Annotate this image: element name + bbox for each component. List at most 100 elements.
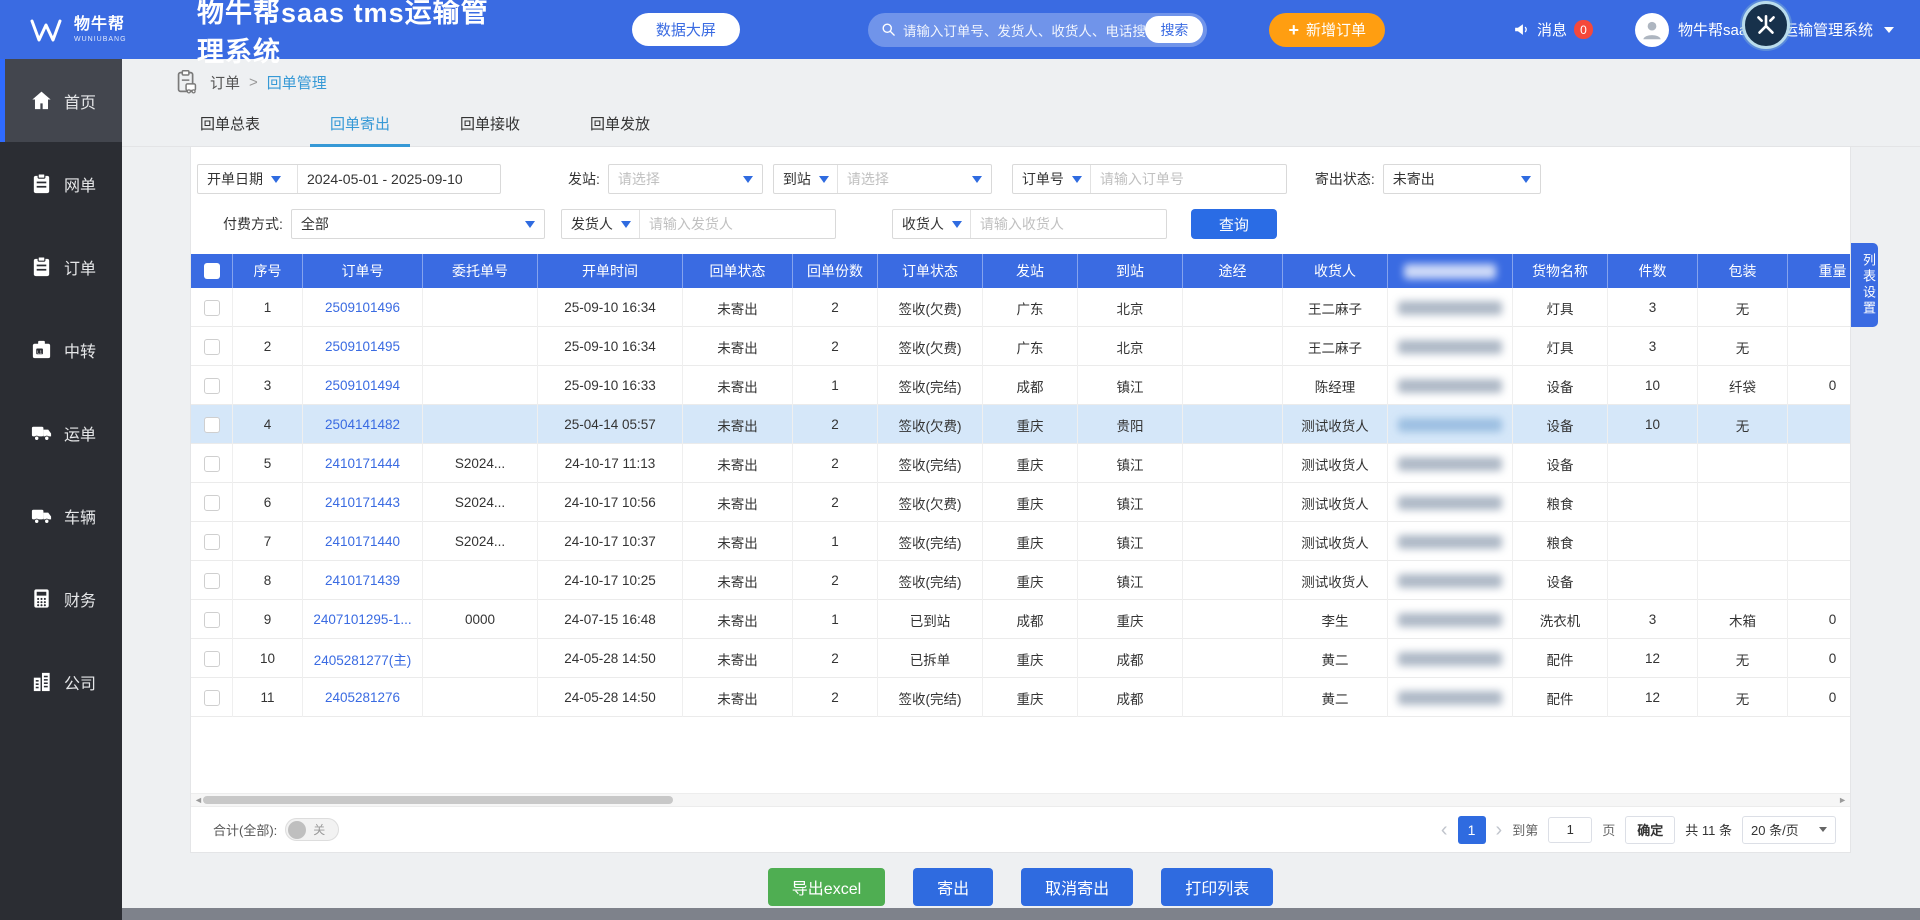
table-row[interactable]: 102405281277(主)24-05-28 14:50未寄出2已拆单重庆成都… — [191, 639, 1850, 678]
tab-receipt-issue[interactable]: 回单发放 — [584, 105, 656, 147]
shipper-input[interactable]: 请输入发货人 — [640, 210, 835, 238]
messages-button[interactable]: 消息 0 — [1513, 19, 1593, 40]
cell-qty: 3 — [1608, 327, 1698, 366]
sidebar-item-company[interactable]: 公司 — [0, 640, 122, 723]
from-station-select[interactable]: 请选择 — [608, 164, 763, 194]
order-number-link[interactable]: 2509101495 — [325, 339, 400, 354]
order-number-link[interactable]: 2509101496 — [325, 300, 400, 315]
horizontal-scrollbar[interactable]: ◄ ► — [191, 793, 1850, 806]
order-no-type-select[interactable]: 订单号 — [1013, 165, 1091, 193]
sidebar-item-transfer[interactable]: L1 中转 — [0, 308, 122, 391]
sidebar-item-finance[interactable]: 财务 — [0, 557, 122, 640]
chevron-down-icon — [952, 221, 962, 228]
row-checkbox[interactable] — [204, 534, 220, 550]
row-checkbox[interactable] — [204, 651, 220, 667]
row-checkbox[interactable] — [204, 612, 220, 628]
cell-copies: 1 — [793, 600, 878, 639]
table-row[interactable]: 62410171443S2024...24-10-17 10:56未寄出2签收(… — [191, 483, 1850, 522]
table-row[interactable]: 72410171440S2024...24-10-17 10:37未寄出1签收(… — [191, 522, 1850, 561]
list-settings-tab[interactable]: 列表设置 — [1851, 243, 1878, 327]
search-button[interactable]: 搜索 — [1145, 16, 1203, 43]
send-button[interactable]: 寄出 — [913, 868, 993, 906]
pay-type-select[interactable]: 全部 — [291, 209, 545, 239]
cell-order_status: 签收(完结) — [878, 366, 983, 405]
cell-entrust_no — [423, 327, 538, 366]
filter-area: 开单日期 2024-05-01 - 2025-09-10 发站: 请选择 到站 — [191, 147, 1850, 254]
order-number-link[interactable]: 2405281277(主) — [314, 649, 412, 669]
sidebar-item-home[interactable]: 首页 — [0, 59, 122, 142]
date-type-select[interactable]: 开单日期 — [198, 165, 298, 193]
new-order-button[interactable]: + 新增订单 — [1269, 13, 1385, 47]
row-checkbox[interactable] — [204, 339, 220, 355]
tab-receipt-receive[interactable]: 回单接收 — [454, 105, 526, 147]
query-button[interactable]: 查询 — [1191, 209, 1277, 239]
goto-page-input[interactable]: 1 — [1548, 817, 1592, 843]
prev-page-button[interactable]: ‹ — [1441, 820, 1448, 840]
table-row[interactable]: 3250910149425-09-10 16:33未寄出1签收(完结)成都镇江陈… — [191, 366, 1850, 405]
order-number-link[interactable]: 2410171439 — [325, 573, 400, 588]
row-checkbox[interactable] — [204, 456, 220, 472]
order-number-link[interactable]: 2407101295-1... — [313, 612, 411, 627]
order-number-link[interactable]: 2410171443 — [325, 495, 400, 510]
order-number-link[interactable]: 2410171444 — [325, 456, 400, 471]
scroll-right-arrow[interactable]: ► — [1838, 794, 1847, 807]
order-number-link[interactable]: 2504141482 — [325, 417, 400, 432]
to-station-select[interactable]: 请选择 — [838, 165, 991, 193]
sidebar-item-web-orders[interactable]: 网单 — [0, 142, 122, 225]
table-row[interactable]: 1250910149625-09-10 16:34未寄出2签收(欠费)广东北京王… — [191, 288, 1850, 327]
order-number-link[interactable]: 2509101494 — [325, 378, 400, 393]
blurred-phone-value — [1398, 613, 1502, 627]
blurred-phone-value — [1398, 340, 1502, 354]
next-page-button[interactable]: › — [1496, 820, 1503, 840]
table-row[interactable]: 52410171444S2024...24-10-17 11:13未寄出2签收(… — [191, 444, 1850, 483]
row-checkbox[interactable] — [204, 378, 220, 394]
data-screen-button[interactable]: 数据大屏 — [632, 13, 740, 46]
to-station-type-select[interactable]: 到站 — [774, 165, 838, 193]
scrollbar-thumb[interactable] — [203, 796, 673, 804]
tab-receipt-send[interactable]: 回单寄出 — [324, 105, 396, 147]
cell-order_no: 2504141482 — [303, 405, 423, 444]
order-number-link[interactable]: 2405281276 — [325, 690, 400, 705]
sidebar-item-vehicles[interactable]: 车辆 — [0, 474, 122, 557]
table-row[interactable]: 8241017143924-10-17 10:25未寄出2签收(完结)重庆镇江测… — [191, 561, 1850, 600]
total-toggle-switch[interactable]: 关 — [285, 818, 339, 841]
row-checkbox[interactable] — [204, 417, 220, 433]
blurred-phone-value — [1398, 457, 1502, 471]
row-checkbox[interactable] — [204, 300, 220, 316]
table-row[interactable]: 4250414148225-04-14 05:57未寄出2签收(欠费)重庆贵阳测… — [191, 405, 1850, 444]
sidebar-item-orders[interactable]: 订单 — [0, 225, 122, 308]
global-search-input[interactable]: 请输入订单号、发货人、收货人、电话搜索 搜索 — [868, 13, 1208, 47]
print-list-button[interactable]: 打印列表 — [1161, 868, 1273, 906]
row-checkbox[interactable] — [204, 690, 220, 706]
row-checkbox[interactable] — [204, 495, 220, 511]
app-logo[interactable]: 物牛帮 WUNIUBANG — [26, 10, 161, 50]
cell-checkbox — [191, 483, 233, 522]
table-row[interactable]: 2250910149525-09-10 16:34未寄出2签收(欠费)广东北京王… — [191, 327, 1850, 366]
shipper-type-select[interactable]: 发货人 — [562, 210, 640, 238]
consignee-input[interactable]: 请输入收货人 — [971, 210, 1166, 238]
sidebar-item-waybills[interactable]: 运单 — [0, 391, 122, 474]
goto-confirm-button[interactable]: 确定 — [1625, 816, 1675, 844]
page-size-select[interactable]: 20 条/页 — [1742, 816, 1836, 844]
tab-receipt-summary[interactable]: 回单总表 — [194, 105, 266, 147]
cell-seq: 8 — [233, 561, 303, 600]
cell-create_time: 24-07-15 16:48 — [538, 600, 683, 639]
table-row[interactable]: 92407101295-1...000024-07-15 16:48未寄出1已到… — [191, 600, 1850, 639]
export-excel-button[interactable]: 导出excel — [768, 868, 885, 906]
date-range-input[interactable]: 2024-05-01 - 2025-09-10 — [298, 165, 500, 193]
current-page-button[interactable]: 1 — [1458, 816, 1486, 844]
cell-consignee: 黄二 — [1283, 678, 1388, 717]
col-header-qty: 件数 — [1608, 254, 1698, 288]
select-all-checkbox[interactable] — [204, 263, 220, 279]
table-row[interactable]: 11240528127624-05-28 14:50未寄出2签收(完结)重庆成都… — [191, 678, 1850, 717]
scroll-left-arrow[interactable]: ◄ — [194, 794, 203, 807]
cancel-send-button[interactable]: 取消寄出 — [1021, 868, 1133, 906]
row-checkbox[interactable] — [204, 573, 220, 589]
col-header-receipt_status: 回单状态 — [683, 254, 793, 288]
order-number-link[interactable]: 2410171440 — [325, 534, 400, 549]
consignee-type-select[interactable]: 收货人 — [893, 210, 971, 238]
order-no-input[interactable]: 请输入订单号 — [1091, 165, 1286, 193]
cell-seq: 4 — [233, 405, 303, 444]
send-status-select[interactable]: 未寄出 — [1383, 164, 1541, 194]
breadcrumb-parent[interactable]: 订单 — [210, 72, 240, 93]
